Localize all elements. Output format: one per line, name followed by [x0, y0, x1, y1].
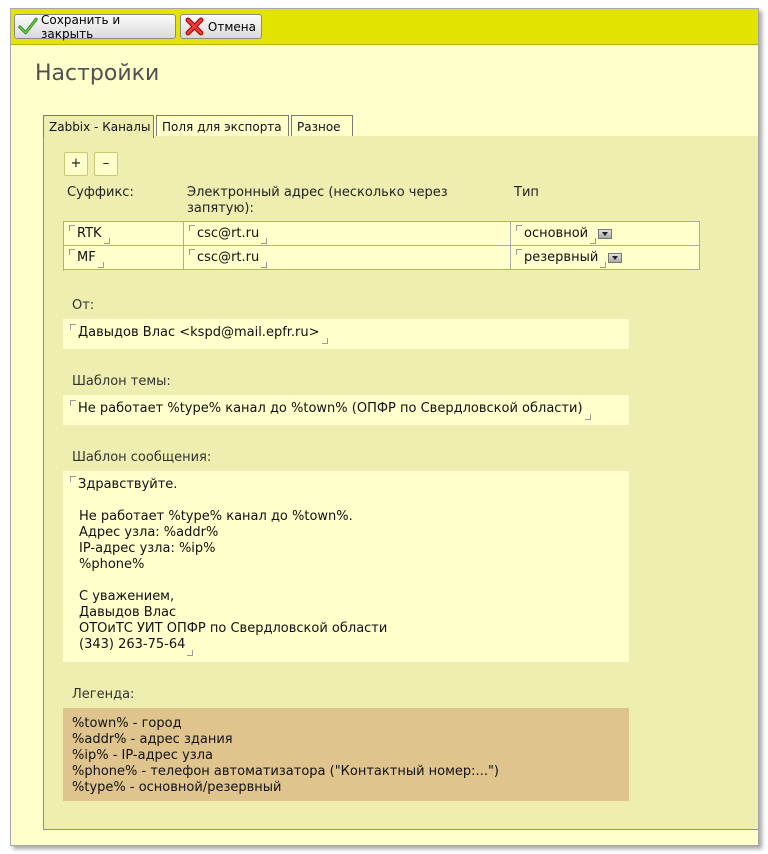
- cancel-button[interactable]: Отмена: [180, 14, 262, 39]
- from-value: Давыдов Влас <kspd@mail.epfr.ru>: [78, 325, 320, 340]
- field-end-marker: [97, 262, 104, 268]
- legend-line: %phone% - телефон автоматизатора ("Конта…: [72, 764, 500, 779]
- toolbar: Сохранить и закрыть Отмена: [11, 9, 758, 45]
- field-end-marker: [261, 262, 268, 268]
- field-end-marker: [187, 650, 194, 656]
- tab-export-fields[interactable]: Поля для экспорта: [156, 115, 289, 137]
- message-line: Здравствуйте.: [70, 476, 629, 493]
- from-field[interactable]: Давыдов Влас <kspd@mail.epfr.ru>: [63, 319, 629, 349]
- field-end-marker: [261, 238, 268, 244]
- suffix-cell[interactable]: MF: [64, 246, 184, 270]
- suffix-header: Суффикс:: [67, 185, 134, 200]
- legend-box: %town% - город %addr% - адрес здания %ip…: [63, 708, 629, 801]
- message-line: %phone%: [79, 557, 145, 572]
- message-line: [79, 493, 629, 509]
- settings-window: Сохранить и закрыть Отмена Настройки Zab…: [10, 8, 759, 846]
- legend-line: %type% - основной/резервный: [72, 780, 282, 795]
- message-line: Адрес узла: %addr%: [79, 525, 219, 540]
- email-header-line2: запятую):: [187, 201, 254, 216]
- subject-template-field[interactable]: Не работает %type% канал до %town% (ОПФР…: [63, 395, 629, 425]
- message-line-text: Здравствуйте.: [78, 477, 178, 492]
- field-start-marker: [69, 225, 75, 231]
- field-end-marker: [584, 414, 591, 420]
- email-value: csc@rt.ru: [197, 226, 260, 241]
- field-end-marker: [321, 338, 328, 344]
- email-cell[interactable]: csc@rt.ru: [184, 246, 511, 270]
- legend-label: Легенда:: [72, 687, 135, 702]
- message-line: Давыдов Влас: [79, 605, 177, 620]
- field-end-marker: [103, 238, 110, 244]
- tab-misc[interactable]: Разное: [291, 115, 353, 137]
- dropdown-arrow-icon[interactable]: [598, 228, 613, 239]
- type-header: Тип: [514, 185, 539, 200]
- save-and-close-label: Сохранить и закрыть: [41, 12, 121, 41]
- suffix-value: RTK: [77, 226, 102, 241]
- field-start-marker: [189, 225, 195, 231]
- type-value: основной: [524, 226, 589, 241]
- message-template-field[interactable]: Здравствуйте. Не работает %type% канал д…: [63, 471, 629, 662]
- field-start-marker: [516, 225, 522, 231]
- legend-line: %addr% - адрес здания: [72, 732, 233, 747]
- tab-zabbix-channels[interactable]: Zabbix - Каналы: [43, 115, 154, 138]
- subject-template-label: Шаблон темы:: [72, 374, 171, 389]
- page-title: Настройки: [35, 61, 160, 86]
- dropdown-arrow-icon[interactable]: [608, 252, 623, 263]
- type-cell[interactable]: резервный: [511, 246, 700, 270]
- red-x-icon: [185, 17, 204, 36]
- suffix-cell[interactable]: RTK: [64, 222, 184, 246]
- message-line: [79, 573, 629, 589]
- email-header-line1: Электронный адрес (несколько через: [187, 185, 448, 200]
- message-template-label: Шаблон сообщения:: [72, 450, 212, 465]
- email-cell[interactable]: csc@rt.ru: [184, 222, 511, 246]
- field-start-marker: [189, 249, 195, 255]
- cancel-label: Отмена: [207, 19, 256, 34]
- email-header: Электронный адрес (несколько через запят…: [187, 185, 448, 217]
- legend-line: %ip% - IP-адрес узла: [72, 748, 213, 763]
- save-and-close-button[interactable]: Сохранить и закрыть: [14, 12, 176, 41]
- email-value: csc@rt.ru: [197, 250, 260, 265]
- tab-panel: + – Суффикс: Электронный адрес (нескольк…: [43, 136, 758, 830]
- suffix-value: MF: [77, 250, 96, 265]
- channels-table: RTK csc@rt.ru основной MF csc@rt.ru резе…: [63, 221, 700, 271]
- message-line: IP-адрес узла: %ip%: [79, 541, 216, 556]
- remove-row-button[interactable]: –: [94, 152, 118, 176]
- field-start-marker: [70, 324, 76, 330]
- field-start-marker: [70, 476, 76, 482]
- legend-line: %town% - город: [72, 716, 182, 731]
- type-value: резервный: [524, 250, 599, 265]
- subject-template-value: Не работает %type% канал до %town% (ОПФР…: [78, 401, 583, 416]
- field-start-marker: [69, 249, 75, 255]
- from-label: От:: [72, 298, 95, 313]
- message-line: (343) 263-75-64: [79, 637, 629, 656]
- add-row-button[interactable]: +: [64, 152, 88, 176]
- message-line: С уважением,: [79, 589, 175, 604]
- field-start-marker: [70, 400, 76, 406]
- type-cell[interactable]: основной: [511, 222, 700, 246]
- message-line: Не работает %type% канал до %town%.: [79, 509, 353, 524]
- field-end-marker: [590, 238, 597, 244]
- message-line: ОТОиТС УИТ ОПФР по Свердловской области: [79, 621, 388, 636]
- checkmark-icon: [18, 17, 38, 35]
- message-line-text: (343) 263-75-64: [79, 637, 186, 652]
- field-end-marker: [600, 262, 607, 268]
- field-start-marker: [516, 249, 522, 255]
